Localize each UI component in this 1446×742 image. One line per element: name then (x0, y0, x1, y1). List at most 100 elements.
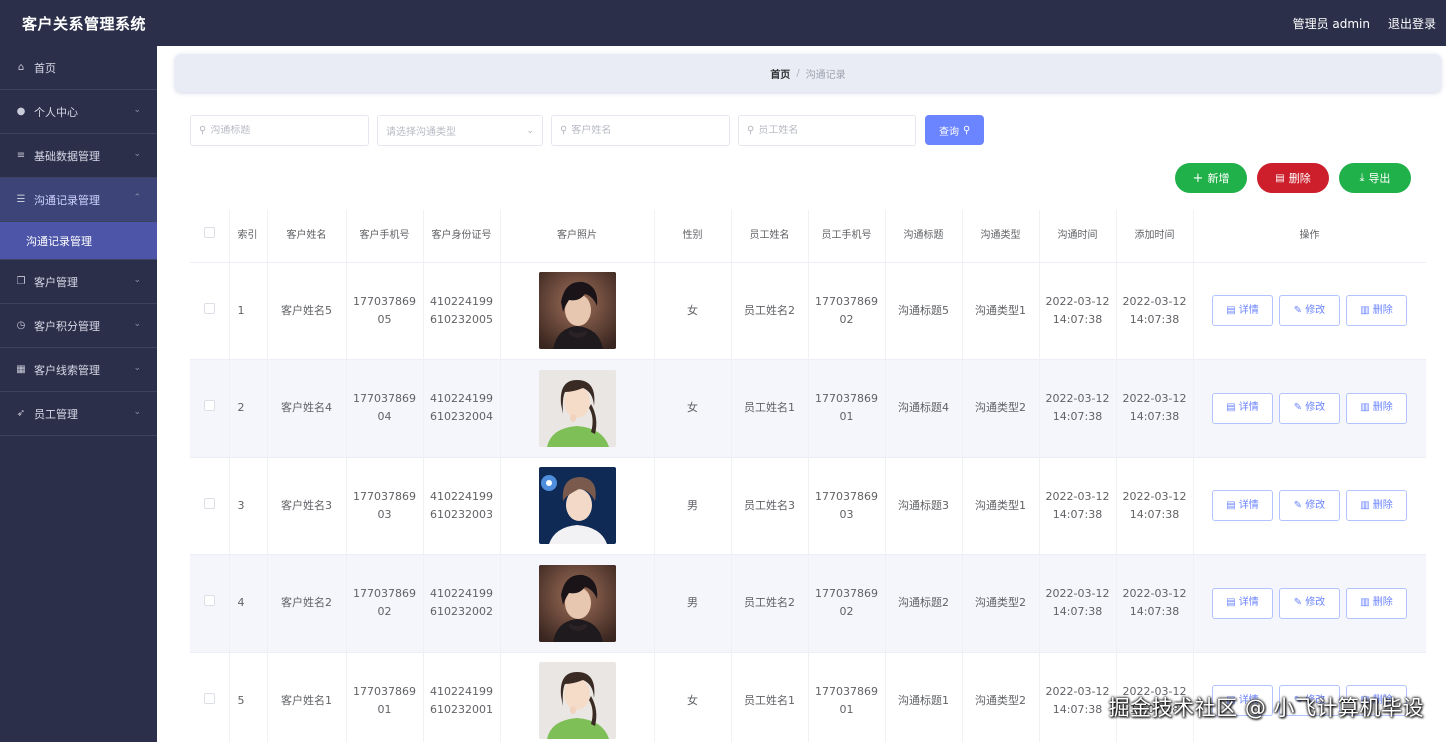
detail-button-label: 详情 (1238, 402, 1259, 414)
sidebar-item-label: 沟通记录管理 (34, 193, 100, 207)
download-icon: ⤓ (1359, 171, 1365, 184)
sidebar-item-6[interactable]: ▦ 客户线索管理 ⌄ (0, 348, 157, 392)
row-checkbox[interactable] (203, 497, 215, 509)
employee-phone-cell: 17703786902 (808, 554, 886, 653)
gender-cell: 男 (654, 554, 732, 653)
sidebar-item-2[interactable]: ≡ 基础数据管理 ⌄ (0, 134, 157, 178)
sidebar-item-7[interactable]: ➶ 员工管理 ⌄ (0, 392, 157, 436)
sidebar-item-5[interactable]: ◷ 客户积分管理 ⌄ (0, 304, 157, 348)
customer-photo-cell (500, 262, 655, 360)
customer-phone-cell: 17703786901 (346, 652, 424, 742)
customer-id-cell: 410224199610232003 (423, 457, 501, 555)
search-icon: ⚲ (963, 124, 971, 136)
document-icon: ▤ (1226, 597, 1236, 609)
row-delete-button[interactable]: ▥ 删除 (1346, 587, 1407, 619)
customer-id-cell-text: 410224199610232001 (430, 684, 493, 716)
edit-button[interactable]: ✎ 修改 (1279, 295, 1340, 327)
employee-phone-cell: 17703786902 (808, 262, 886, 360)
title-search-field: ⚲ (190, 115, 369, 146)
add-time-cell: 2022-03-12 14:07:38 (1116, 262, 1194, 360)
employee-phone-cell: 17703786901 (808, 652, 886, 742)
grid-icon: ▦ (16, 364, 26, 375)
employee-phone-cell-text: 17703786902 (815, 587, 878, 619)
employee-phone-cell: 17703786901 (808, 359, 886, 458)
type-select[interactable]: 请选择沟通类型 ⌄ (377, 115, 543, 146)
detail-button[interactable]: ▤ 详情 (1212, 587, 1273, 619)
row-actions: ▤ 详情 ✎ 修改 ▥ 删除 (1198, 295, 1422, 327)
breadcrumb-home[interactable]: 首页 (770, 66, 790, 81)
comm-time-cell: 2022-03-12 14:07:38 (1039, 359, 1117, 458)
row-checkbox-cell (190, 359, 230, 458)
customer-photo-frame (538, 369, 616, 447)
comm-time-cell-text: 2022-03-12 14:07:38 (1045, 684, 1110, 716)
pencil-icon: ✎ (1293, 304, 1303, 316)
current-user-label: 管理员 admin (1292, 16, 1370, 31)
comm-time-cell: 2022-03-12 14:07:38 (1039, 262, 1117, 360)
column-header: 沟通时间 (1039, 210, 1117, 263)
detail-button[interactable]: ▤ 详情 (1212, 392, 1273, 424)
row-actions: ▤ 详情 ✎ 修改 ▥ 删除 (1198, 587, 1422, 619)
detail-button[interactable]: ▤ 详情 (1212, 490, 1273, 522)
sidebar-item-4[interactable]: ❐ 客户管理 ⌄ (0, 260, 157, 304)
customer-name-cell: 客户姓名3 (267, 457, 347, 555)
delete-button-label: 删除 (1288, 172, 1311, 185)
pencil-icon: ✎ (1293, 402, 1303, 414)
row-checkbox[interactable] (203, 692, 215, 704)
customer-phone-cell-text: 17703786903 (353, 489, 416, 521)
edit-button[interactable]: ✎ 修改 (1279, 587, 1340, 619)
add-time-cell-text: 2022-03-12 14:07:38 (1122, 489, 1187, 521)
edit-button-label: 修改 (1305, 402, 1326, 414)
query-button[interactable]: 查询 ⚲ (925, 115, 985, 145)
title-cell: 沟通标题2 (885, 554, 963, 653)
customer-name-search-input[interactable] (571, 125, 712, 136)
logout-link[interactable]: 退出登录 (1388, 15, 1436, 32)
comm-time-cell: 2022-03-12 14:07:38 (1039, 457, 1117, 555)
edit-button[interactable]: ✎ 修改 (1279, 392, 1340, 424)
row-delete-button[interactable]: ▥ 删除 (1346, 295, 1407, 327)
row-checkbox[interactable] (203, 400, 215, 412)
submenu-item-communication-records[interactable]: 沟通记录管理 (0, 222, 157, 260)
row-checkbox[interactable] (203, 302, 215, 314)
row-checkbox[interactable] (203, 595, 215, 607)
add-button[interactable]: + 新增 (1175, 163, 1247, 193)
sidebar-item-1[interactable]: ● 个人中心 ⌄ (0, 90, 157, 134)
sidebar-item-3[interactable]: ☰ 沟通记录管理 ⌃ (0, 178, 157, 222)
select-all-checkbox[interactable] (203, 227, 215, 239)
document-icon: ▤ (1226, 499, 1236, 511)
employee-search-field: ⚲ (738, 115, 916, 146)
row-checkbox-cell (190, 652, 230, 742)
edit-button-label: 修改 (1305, 304, 1326, 316)
row-delete-button[interactable]: ▥ 删除 (1346, 490, 1407, 522)
sidebar-item-0[interactable]: ⌂ 首页 (0, 46, 157, 90)
add-time-cell: 2022-03-12 14:07:38 (1116, 554, 1194, 653)
add-time-cell-text: 2022-03-12 14:07:38 (1122, 294, 1187, 326)
edit-button-label: 修改 (1305, 499, 1326, 511)
comm-time-cell-text: 2022-03-12 14:07:38 (1045, 392, 1110, 424)
customer-photo (538, 564, 616, 642)
title-search-input[interactable] (210, 125, 351, 136)
breadcrumb-current: 沟通记录 (805, 69, 846, 81)
select-all-checkbox-cell (190, 210, 230, 263)
sidebar-item-label: 个人中心 (34, 105, 78, 119)
add-time-cell-text: 2022-03-12 14:07:38 (1122, 392, 1187, 424)
employee-phone-cell-text: 17703786902 (815, 294, 878, 326)
row-checkbox-cell (190, 457, 230, 555)
employee-phone-cell: 17703786903 (808, 457, 886, 555)
detail-button[interactable]: ▤ 详情 (1212, 295, 1273, 327)
comm-time-cell-text: 2022-03-12 14:07:38 (1045, 294, 1110, 326)
employee-phone-cell-text: 17703786903 (815, 489, 878, 521)
user-icon: ● (16, 106, 26, 117)
export-button-label: 导出 (1368, 172, 1391, 185)
export-button[interactable]: ⤓ 导出 (1339, 163, 1411, 193)
column-header: 索引 (229, 210, 268, 263)
edit-button[interactable]: ✎ 修改 (1279, 490, 1340, 522)
employee-name-search-input[interactable] (758, 125, 899, 136)
comm-time-cell: 2022-03-12 14:07:38 (1039, 554, 1117, 653)
employee-name-cell: 员工姓名2 (731, 262, 809, 360)
customer-id-cell-text: 410224199610232004 (430, 392, 493, 424)
trash-icon: ▥ (1360, 597, 1370, 609)
delete-button[interactable]: ▤ 删除 (1257, 163, 1329, 193)
row-delete-button[interactable]: ▥ 删除 (1346, 392, 1407, 424)
actions-cell: ▤ 详情 ✎ 修改 ▥ 删除 (1193, 359, 1426, 458)
column-header: 沟通标题 (885, 210, 963, 263)
